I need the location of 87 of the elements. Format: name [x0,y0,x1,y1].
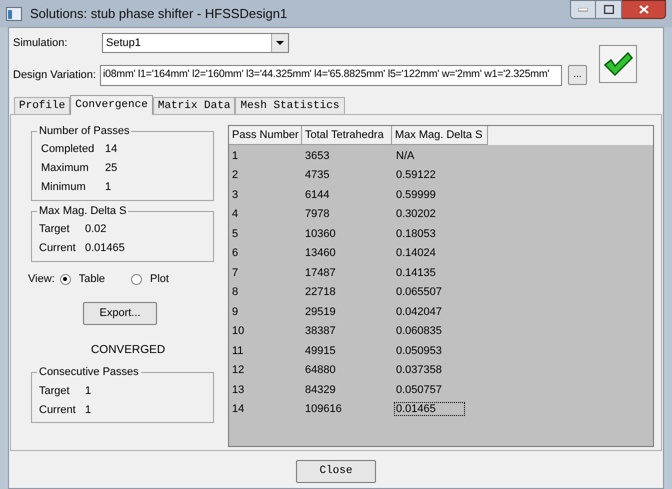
field-label: Target [39,384,71,398]
table-cell-text: 13 [231,382,246,398]
tab[interactable]: Matrix Data [152,97,236,114]
table-cell-text: 7 [231,266,240,280]
table-cell-text: 0.18053 [395,226,437,242]
table-cell-text: 14 [231,402,246,417]
table-cell-text: 0.14024 [395,246,437,261]
simulation-value: Setup1 [106,36,141,51]
field-value: 25 [105,161,118,176]
view-label: View: [28,272,55,287]
table-cell-text: 0.14135 [395,266,437,280]
table-cell-text: 12 [231,363,246,378]
radio-button[interactable] [60,274,71,284]
table-cell-text: 11 [231,344,244,358]
checkmark-icon [603,51,633,77]
table-cell-text: 7978 [304,207,330,222]
table-cell-text: 0.050757 [395,382,443,398]
field-label: Current [39,241,77,256]
tab[interactable]: Mesh Statistics [235,97,344,114]
field-value: 0.01465 [85,241,125,256]
table-cell-text: 0.060835 [395,324,443,339]
table-cell-text: 0.59999 [395,188,437,202]
maximize-icon [604,5,614,14]
browse-button[interactable]: ... [568,65,587,85]
table-cell-text: 10 [231,324,246,339]
column-header[interactable]: Pass Number [229,126,302,145]
table-cell-text: 5 [231,226,240,242]
maximize-button[interactable] [596,0,622,19]
table-cell-text: 109616 [304,402,343,417]
close-icon [638,5,648,14]
simulation-dropdown[interactable]: Setup1 [102,33,289,53]
field-value: 1 [85,384,92,398]
table-cell-text: 6144 [304,188,330,202]
table-cell-text: 29519 [304,304,337,320]
dropdown-arrow-icon [276,41,284,45]
table-cell-text: 49915 [304,344,337,358]
design-variation-field[interactable]: i08mm' l1='164mm' l2='160mm' l3='44.325mm' l4='65.8825mm' l5='122mm' w='2mm' w1='2.325mm' [100,64,562,86]
column-header[interactable]: Total Tetrahedra [302,126,392,145]
export-button[interactable]: Export... [83,302,157,325]
radio-label: Table [78,272,105,287]
table-cell-text: 6 [231,246,240,261]
radio-button[interactable] [131,274,142,284]
table-cell-text: 84329 [304,382,337,398]
field-value: 1 [85,402,92,418]
table-cell-text: 13460 [304,246,337,261]
field-label: Completed [41,142,96,158]
minimize-icon [578,8,588,12]
table-cell-text: 0.59122 [395,168,437,183]
table-cell-text: 1 [231,148,240,164]
table-cell-text: 2 [231,168,240,183]
table-cell-text: 22718 [304,285,337,300]
table-cell-text: 3 [231,188,240,202]
table-cell-text: 17487 [304,266,337,280]
table-cell-text: 64880 [304,363,337,378]
radio-label: Plot [150,272,169,287]
table-cell-text: 0.042047 [395,304,443,320]
table-cell-text: 0.050953 [395,344,443,358]
field-label: Target [39,222,71,238]
field-label: Minimum [41,180,87,196]
close-window-button[interactable] [622,0,666,19]
table-cell-text: 4735 [304,168,330,183]
field-label: Current [39,402,77,418]
table-cell-text: 0.037358 [395,363,443,378]
field-value: 1 [105,180,112,196]
table-cell-text: 4 [231,207,240,222]
table-cell-text: 38387 [304,324,337,339]
design-variation-label: Design Variation: [13,68,97,83]
table-cell-text: 3653 [304,148,330,164]
tab[interactable]: Convergence [70,95,153,115]
tab[interactable]: Profile [14,97,70,114]
field-value: 14 [105,142,118,158]
table-cell-text: 9 [231,304,240,320]
minimize-button[interactable] [570,0,596,19]
window-title: Solutions: stub phase shifter - HFSSDesign1 [30,4,288,23]
status-text: CONVERGED [91,343,166,358]
table-cell-text: 10360 [304,226,337,242]
group-title: Max Mag. Delta S [37,205,128,218]
table-cell-text: N/A [395,148,416,164]
column-header[interactable]: Max Mag. Delta S [392,126,488,145]
table-cell-text: 8 [231,285,240,300]
simulation-label: Simulation: [13,36,68,51]
close-button[interactable]: Close [296,460,376,483]
field-label: Maximum [41,161,90,176]
app-icon [6,6,22,20]
table-cell-text: 0.30202 [395,207,437,222]
table-cell-text: 0.065507 [395,285,443,300]
field-value: 0.02 [85,222,106,238]
